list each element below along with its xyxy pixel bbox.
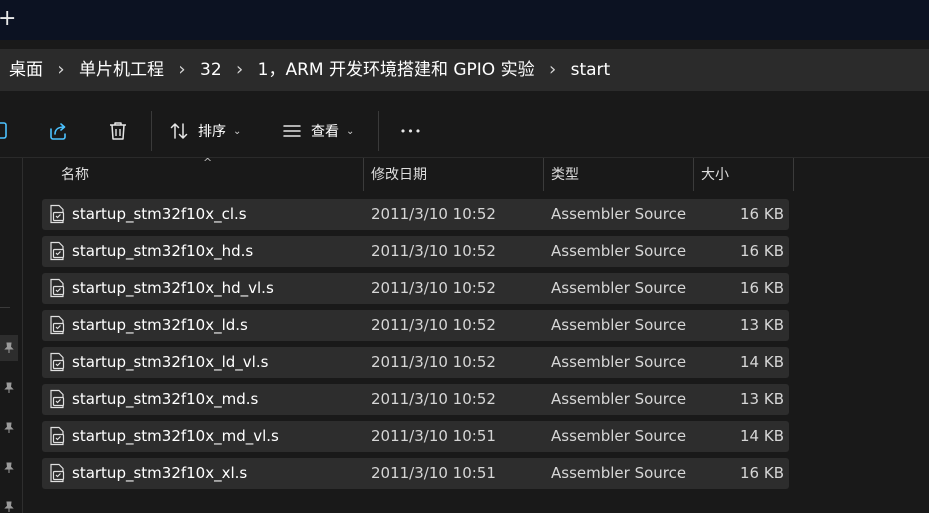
assembler-file-icon bbox=[50, 426, 65, 446]
file-type: Assembler Source bbox=[551, 279, 687, 297]
file-date: 2011/3/10 10:52 bbox=[371, 279, 496, 297]
breadcrumb-item-desktop[interactable]: 桌面 bbox=[9, 49, 43, 91]
navigation-pane-border[interactable] bbox=[22, 158, 23, 513]
copy-icon bbox=[0, 122, 7, 139]
file-type: Assembler Source bbox=[551, 353, 687, 371]
file-name: startup_stm32f10x_ld_vl.s bbox=[72, 353, 269, 371]
file-type: Assembler Source bbox=[551, 242, 687, 260]
toolbar-separator bbox=[151, 111, 152, 151]
file-date: 2011/3/10 10:51 bbox=[371, 427, 496, 445]
file-date: 2011/3/10 10:52 bbox=[371, 242, 496, 260]
view-icon bbox=[283, 125, 301, 137]
chevron-down-icon: ⌄ bbox=[233, 125, 242, 137]
title-bar: + bbox=[0, 0, 929, 40]
share-button[interactable] bbox=[44, 118, 72, 144]
column-divider[interactable] bbox=[363, 158, 364, 191]
pin-icon[interactable] bbox=[0, 335, 18, 361]
assembler-file-icon bbox=[50, 389, 65, 409]
address-bar[interactable]: 桌面 › 单片机工程 › 32 › 1，ARM 开发环境搭建和 GPIO 实验 … bbox=[0, 49, 929, 91]
more-options-button[interactable]: ••• bbox=[396, 117, 426, 145]
assembler-file-icon bbox=[50, 463, 65, 483]
file-size: 13 KB bbox=[740, 316, 784, 334]
file-row[interactable]: startup_stm32f10x_ld_vl.s 2011/3/10 10:5… bbox=[42, 347, 789, 378]
more-icon: ••• bbox=[399, 124, 423, 138]
pin-icon[interactable] bbox=[0, 455, 18, 481]
assembler-file-icon bbox=[50, 241, 65, 261]
file-type: Assembler Source bbox=[551, 316, 687, 334]
assembler-file-icon bbox=[50, 315, 65, 335]
pin-icon[interactable] bbox=[0, 375, 18, 401]
file-name: startup_stm32f10x_xl.s bbox=[72, 464, 248, 482]
file-name: startup_stm32f10x_ld.s bbox=[72, 316, 248, 334]
chevron-right-icon[interactable]: › bbox=[535, 49, 571, 91]
file-type: Assembler Source bbox=[551, 427, 687, 445]
file-name: startup_stm32f10x_hd.s bbox=[72, 242, 254, 260]
file-row[interactable]: startup_stm32f10x_md.s 2011/3/10 10:52 A… bbox=[42, 384, 789, 415]
divider bbox=[0, 307, 10, 308]
file-row[interactable]: startup_stm32f10x_xl.s 2011/3/10 10:51 A… bbox=[42, 458, 789, 489]
toolbar-separator bbox=[378, 111, 379, 151]
chevron-right-icon[interactable]: › bbox=[43, 49, 79, 91]
file-type: Assembler Source bbox=[551, 390, 687, 408]
file-size: 14 KB bbox=[740, 427, 784, 445]
file-list: startup_stm32f10x_cl.s 2011/3/10 10:52 A… bbox=[42, 199, 789, 495]
view-button[interactable]: 查看 ⌄ bbox=[281, 117, 354, 145]
file-row[interactable]: startup_stm32f10x_cl.s 2011/3/10 10:52 A… bbox=[42, 199, 789, 230]
file-size: 16 KB bbox=[740, 205, 784, 223]
file-name: startup_stm32f10x_cl.s bbox=[72, 205, 247, 223]
file-type: Assembler Source bbox=[551, 205, 687, 223]
breadcrumb-item-mcu-project[interactable]: 单片机工程 bbox=[79, 49, 164, 91]
file-date: 2011/3/10 10:52 bbox=[371, 316, 496, 334]
file-size: 16 KB bbox=[740, 242, 784, 260]
breadcrumb: 桌面 › 单片机工程 › 32 › 1，ARM 开发环境搭建和 GPIO 实验 … bbox=[0, 49, 610, 91]
chevron-down-icon: ⌄ bbox=[346, 125, 355, 137]
breadcrumb-item-arm-gpio[interactable]: 1，ARM 开发环境搭建和 GPIO 实验 bbox=[258, 49, 535, 91]
new-tab-icon[interactable]: + bbox=[0, 7, 16, 31]
chevron-right-icon[interactable]: › bbox=[164, 49, 200, 91]
file-row[interactable]: startup_stm32f10x_ld.s 2011/3/10 10:52 A… bbox=[42, 310, 789, 341]
column-header-size[interactable]: 大小 bbox=[701, 158, 791, 191]
file-date: 2011/3/10 10:51 bbox=[371, 464, 496, 482]
file-name: startup_stm32f10x_md_vl.s bbox=[72, 427, 279, 445]
file-name: startup_stm32f10x_md.s bbox=[72, 390, 259, 408]
file-size: 13 KB bbox=[740, 390, 784, 408]
file-size: 14 KB bbox=[740, 353, 784, 371]
file-row[interactable]: startup_stm32f10x_hd.s 2011/3/10 10:52 A… bbox=[42, 236, 789, 267]
column-header-name[interactable]: 名称 bbox=[61, 158, 361, 191]
column-header-date[interactable]: 修改日期 bbox=[371, 158, 541, 191]
assembler-file-icon bbox=[50, 204, 65, 224]
column-divider[interactable] bbox=[543, 158, 544, 191]
sort-label: 排序 bbox=[198, 124, 226, 140]
file-date: 2011/3/10 10:52 bbox=[371, 390, 496, 408]
file-type: Assembler Source bbox=[551, 464, 687, 482]
share-icon bbox=[50, 123, 66, 140]
file-date: 2011/3/10 10:52 bbox=[371, 353, 496, 371]
command-bar bbox=[0, 108, 929, 154]
column-divider[interactable] bbox=[793, 158, 794, 191]
delete-button[interactable] bbox=[104, 118, 132, 144]
pin-icon[interactable] bbox=[0, 415, 18, 441]
copy-button[interactable] bbox=[0, 118, 14, 144]
assembler-file-icon bbox=[50, 352, 65, 372]
file-date: 2011/3/10 10:52 bbox=[371, 205, 496, 223]
breadcrumb-item-start[interactable]: start bbox=[571, 49, 611, 91]
file-name: startup_stm32f10x_hd_vl.s bbox=[72, 279, 274, 297]
pin-icon[interactable] bbox=[0, 494, 18, 513]
sort-icon bbox=[170, 123, 188, 139]
file-size: 16 KB bbox=[740, 464, 784, 482]
breadcrumb-item-32[interactable]: 32 bbox=[200, 49, 222, 91]
trash-icon bbox=[110, 122, 126, 140]
sort-button[interactable]: 排序 ⌄ bbox=[168, 117, 241, 145]
view-label: 查看 bbox=[311, 124, 339, 140]
file-row[interactable]: startup_stm32f10x_md_vl.s 2011/3/10 10:5… bbox=[42, 421, 789, 452]
assembler-file-icon bbox=[50, 278, 65, 298]
chevron-right-icon[interactable]: › bbox=[222, 49, 258, 91]
column-header-type[interactable]: 类型 bbox=[551, 158, 691, 191]
column-divider[interactable] bbox=[693, 158, 694, 191]
file-size: 16 KB bbox=[740, 279, 784, 297]
file-row[interactable]: startup_stm32f10x_hd_vl.s 2011/3/10 10:5… bbox=[42, 273, 789, 304]
